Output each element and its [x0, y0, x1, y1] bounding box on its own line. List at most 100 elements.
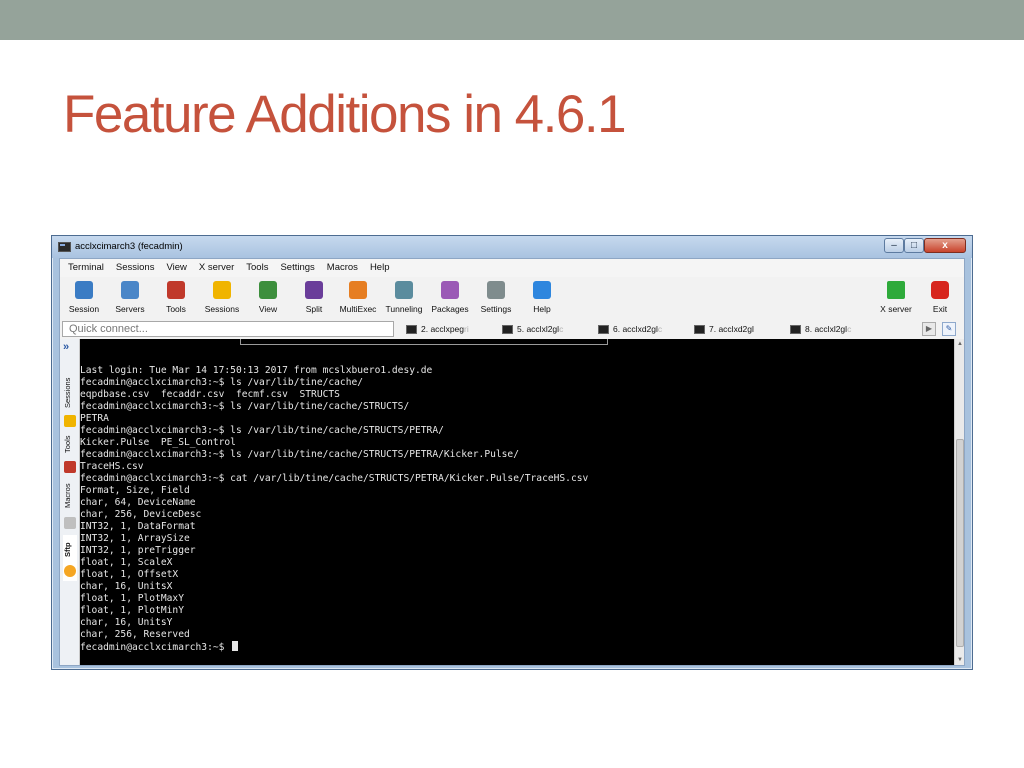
- session-tab[interactable]: 2. acclxpegri: [404, 322, 469, 338]
- scroll-down-icon[interactable]: ▼: [955, 655, 965, 665]
- menu-view[interactable]: View: [160, 259, 192, 277]
- menu-macros[interactable]: Macros: [321, 259, 364, 277]
- quick-connect-input[interactable]: Quick connect...: [62, 321, 394, 337]
- terminal-line-text: INT32, 1, preTrigger: [80, 545, 196, 556]
- macros-icon: [64, 517, 76, 529]
- servers-icon: [121, 281, 139, 299]
- terminal-line-text: INT32, 1, ArraySize: [80, 533, 190, 544]
- terminal-line-text: char, 64, DeviceName: [80, 497, 196, 508]
- window-titlebar[interactable]: acclxcimarch3 (fecadmin) – □ x: [52, 236, 972, 258]
- terminal-line: INT32, 1, preTrigger: [80, 545, 588, 557]
- side-panel: » Sessions Tools Macros Sftp: [60, 339, 80, 665]
- terminal-line-text: eqpdbase.csv fecaddr.csv fecmf.csv STRUC…: [80, 389, 340, 400]
- toolbar-tunneling-button[interactable]: Tunneling: [382, 279, 426, 317]
- terminal-line-text: fecadmin@acclxcimarch3:~$ ls /var/lib/ti…: [80, 377, 364, 388]
- sidebar-tab-sessions[interactable]: Sessions: [63, 373, 77, 427]
- split-icon: [305, 281, 323, 299]
- terminal-line-text: fecadmin@acclxcimarch3:~$ ls /var/lib/ti…: [80, 425, 444, 436]
- expand-sidebar-icon[interactable]: »: [63, 341, 69, 353]
- multiexec-icon: [349, 281, 367, 299]
- menu-tools[interactable]: Tools: [240, 259, 274, 277]
- terminal-tab-icon: [694, 325, 705, 334]
- scroll-up-icon[interactable]: ▲: [955, 339, 965, 349]
- terminal-tab-icon: [502, 325, 513, 334]
- session-tab-label: 6. acclxd2gl: [613, 324, 658, 334]
- toolbar-sessions-button[interactable]: Sessions: [200, 279, 244, 317]
- terminal-line: fecadmin@acclxcimarch3:~$ ls /var/lib/ti…: [80, 377, 588, 389]
- toolbar: Session Servers Tools Sessions View Split Mult…: [60, 277, 964, 319]
- mobaxterm-window: acclxcimarch3 (fecadmin) – □ x Terminal …: [51, 235, 973, 670]
- settings-icon: [487, 281, 505, 299]
- terminal-line: fecadmin@acclxcimarch3:~$: [80, 641, 588, 653]
- terminal-line: fecadmin@acclxcimarch3:~$ ls /var/lib/ti…: [80, 449, 588, 461]
- terminal-line-text: char, 256, Reserved: [80, 629, 190, 640]
- terminal-line-text: char, 256, DeviceDesc: [80, 509, 202, 520]
- slide-title: Feature Additions in 4.6.1: [63, 85, 627, 144]
- terminal-line-text: fecadmin@acclxcimarch3:~$ ls /var/lib/ti…: [80, 401, 410, 412]
- session-tab-label: 8. acclxl2gl: [805, 324, 848, 334]
- toolbar-servers-button[interactable]: Servers: [108, 279, 152, 317]
- session-tab[interactable]: 7. acclxd2gl: [692, 322, 754, 338]
- toolbar-button-label: Exit: [932, 304, 948, 314]
- menu-bar: Terminal Sessions View X server Tools Se…: [60, 259, 964, 277]
- terminal-tab-icon: [790, 325, 801, 334]
- toolbar-settings-button[interactable]: Settings: [474, 279, 518, 317]
- terminal-line-text: float, 1, PlotMinY: [80, 605, 184, 616]
- quick-connect-row: Quick connect... 2. acclxpegri 5. acclxl2…: [60, 319, 964, 339]
- terminal-line: Kicker.Pulse PE_SL_Control: [80, 437, 588, 449]
- session-icon: [75, 281, 93, 299]
- terminal-line-text: char, 16, UnitsY: [80, 617, 173, 628]
- window-title: acclxcimarch3 (fecadmin): [75, 241, 183, 252]
- toolbar-view-button[interactable]: View: [246, 279, 290, 317]
- window-client-area: Terminal Sessions View X server Tools Se…: [59, 258, 965, 666]
- close-button[interactable]: x: [924, 238, 966, 253]
- toolbar-exit-button[interactable]: Exit: [918, 279, 962, 317]
- toolbar-tools-button[interactable]: Tools: [154, 279, 198, 317]
- sftp-icon: [64, 565, 76, 577]
- session-tab[interactable]: 6. acclxd2glc: [596, 322, 662, 338]
- terminal-line-text: fecadmin@acclxcimarch3:~$ cat /var/lib/t…: [80, 473, 589, 484]
- terminal-view[interactable]: Last login: Tue Mar 14 17:50:13 2017 fro…: [80, 339, 954, 665]
- exit-icon: [931, 281, 949, 299]
- x-server-icon: [887, 281, 905, 299]
- terminal-scrollbar[interactable]: ▲ ▼: [954, 339, 964, 665]
- menu-terminal[interactable]: Terminal: [62, 259, 110, 277]
- scrollbar-thumb[interactable]: [956, 439, 964, 647]
- tools-icon: [64, 461, 76, 473]
- session-tab[interactable]: 8. acclxl2glc: [788, 322, 851, 338]
- terminal-line-text: TraceHS.csv: [80, 461, 144, 472]
- terminal-line-text: Last login: Tue Mar 14 17:50:13 2017 fro…: [80, 365, 433, 376]
- tab-scroll-right-button[interactable]: ▶: [922, 322, 936, 336]
- menu-sessions[interactable]: Sessions: [110, 259, 161, 277]
- maximize-button[interactable]: □: [904, 238, 924, 253]
- sidebar-tab-macros[interactable]: Macros: [63, 477, 77, 531]
- sidebar-tab-tools[interactable]: Tools: [63, 429, 77, 473]
- terminal-line: char, 256, Reserved: [80, 629, 588, 641]
- menu-x-server[interactable]: X server: [193, 259, 240, 277]
- menu-settings[interactable]: Settings: [274, 259, 320, 277]
- terminal-line-text: PETRA: [80, 413, 109, 424]
- terminal-tab-outline: [240, 339, 608, 345]
- help-icon: [533, 281, 551, 299]
- terminal-line-text: fecadmin@acclxcimarch3:~$ ls /var/lib/ti…: [80, 449, 519, 460]
- terminal-tab-icon: [406, 325, 417, 334]
- menu-help[interactable]: Help: [364, 259, 396, 277]
- terminal-line: fecadmin@acclxcimarch3:~$ cat /var/lib/t…: [80, 473, 588, 485]
- attach-icon[interactable]: ✎: [942, 322, 956, 336]
- toolbar-multiexec-button[interactable]: MultiExec: [336, 279, 380, 317]
- session-tab-label-fade: ri: [464, 324, 469, 334]
- toolbar-packages-button[interactable]: Packages: [428, 279, 472, 317]
- terminal-line-text: float, 1, ScaleX: [80, 557, 173, 568]
- session-tab[interactable]: 5. acclxl2glc: [500, 322, 563, 338]
- session-tab-label: 7. acclxd2gl: [709, 324, 754, 334]
- sidebar-tab-sftp[interactable]: Sftp: [63, 535, 77, 581]
- minimize-button[interactable]: –: [884, 238, 904, 253]
- terminal-line-text: char, 16, UnitsX: [80, 581, 173, 592]
- terminal-cursor: [232, 641, 239, 651]
- terminal-app-icon: [58, 242, 71, 252]
- toolbar-help-button[interactable]: Help: [520, 279, 564, 317]
- toolbar-session-button[interactable]: Session: [62, 279, 106, 317]
- session-tab-label: 5. acclxl2gl: [517, 324, 560, 334]
- terminal-line: Last login: Tue Mar 14 17:50:13 2017 fro…: [80, 365, 588, 377]
- star-icon: [64, 415, 76, 427]
